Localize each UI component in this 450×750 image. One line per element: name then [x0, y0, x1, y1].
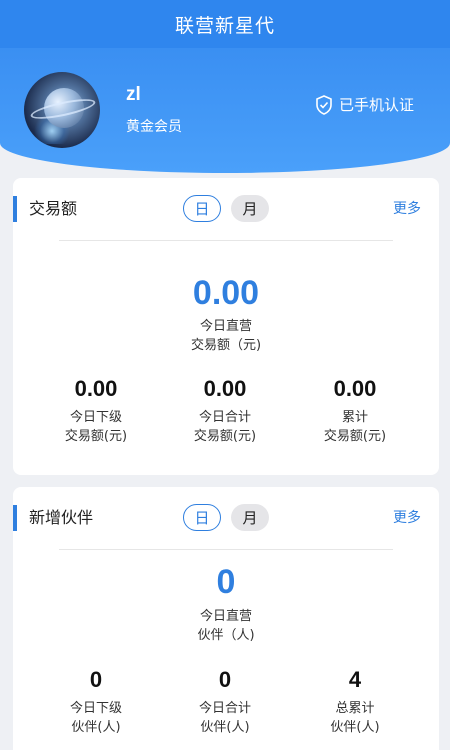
stat-value: 4 [348, 667, 362, 692]
phone-verified-badge: 已手机认证 [315, 94, 414, 115]
stat-total-today: 0 今日合计 伙伴(人) [165, 667, 285, 737]
member-level: 黄金会员 [126, 119, 182, 135]
stat-label-1: 累计 [341, 410, 368, 425]
tab-day[interactable]: 日 [183, 504, 221, 531]
stat-label-2: 伙伴(人) [71, 720, 121, 735]
transaction-card: 交易额 日 月 更多 0.00 今日直营 交易额（元) 0.00 今日下级 交易… [13, 178, 439, 475]
direct-value: 0.00 [192, 274, 260, 312]
stat-value: 0 [218, 667, 232, 692]
more-link[interactable]: 更多 [393, 198, 421, 218]
direct-label-1: 今日直营 [199, 609, 252, 624]
direct-value: 0 [216, 563, 236, 601]
stat-subordinate: 0.00 今日下级 交易额(元) [36, 376, 156, 446]
divider [59, 240, 393, 241]
stat-value: 0.00 [74, 376, 118, 401]
stat-value: 0 [89, 667, 103, 692]
stat-label-1: 今日下级 [69, 410, 122, 425]
more-link[interactable]: 更多 [393, 507, 421, 527]
stat-cumulative: 4 总累计 伙伴(人) [295, 667, 415, 737]
verified-label: 已手机认证 [338, 96, 414, 114]
partners-card: 新增伙伴 日 月 更多 0 今日直营 伙伴（人) 0 今日下级 伙伴(人) 0 … [13, 487, 439, 750]
stat-total-today: 0.00 今日合计 交易额(元) [165, 376, 285, 446]
stat-label-2: 伙伴(人) [200, 720, 250, 735]
stat-label-1: 今日下级 [69, 701, 122, 716]
stat-value: 0.00 [333, 376, 377, 401]
tab-month[interactable]: 月 [231, 504, 269, 531]
tab-day[interactable]: 日 [183, 195, 221, 222]
username: zl [126, 84, 141, 105]
stat-label-1: 今日合计 [198, 701, 251, 716]
stat-label-2: 交易额(元) [323, 429, 387, 444]
stat-label-1: 总累计 [335, 701, 375, 716]
stat-label-2: 交易额(元) [64, 429, 128, 444]
avatar[interactable] [24, 72, 100, 148]
divider [59, 549, 393, 550]
stat-label-2: 交易额(元) [193, 429, 257, 444]
direct-label-1: 今日直营 [199, 319, 252, 334]
direct-label-2: 交易额（元) [190, 338, 262, 353]
app-title-bar: 联营新星代 [0, 0, 450, 48]
stat-label-2: 伙伴(人) [330, 720, 380, 735]
card-title: 交易额 [13, 196, 77, 222]
stat-cumulative: 0.00 累计 交易额(元) [295, 376, 415, 446]
card-title: 新增伙伴 [13, 505, 93, 531]
app-title: 联营新星代 [174, 14, 275, 37]
direct-label-2: 伙伴（人) [197, 628, 255, 643]
stat-label-1: 今日合计 [198, 410, 251, 425]
shield-check-icon [316, 94, 332, 115]
stat-subordinate: 0 今日下级 伙伴(人) [36, 667, 156, 737]
stat-value: 0.00 [203, 376, 247, 401]
tab-month[interactable]: 月 [231, 195, 269, 222]
